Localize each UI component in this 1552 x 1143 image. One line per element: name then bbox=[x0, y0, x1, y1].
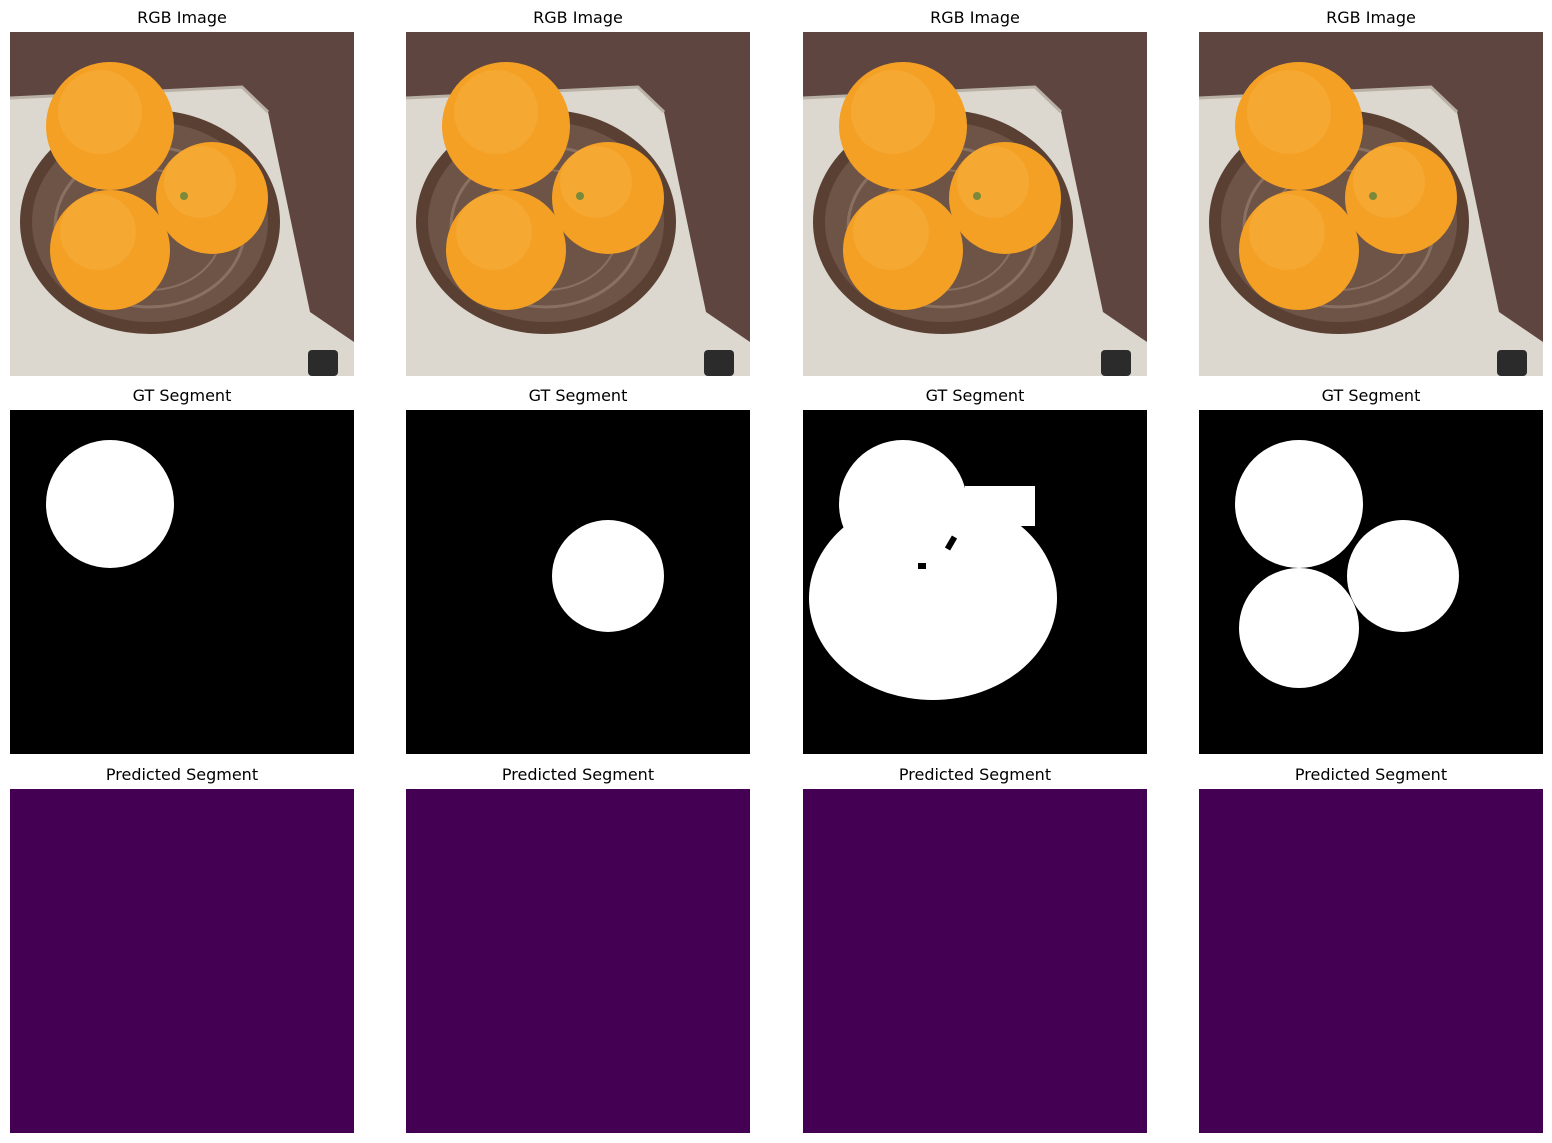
gt-panel-4 bbox=[1199, 410, 1543, 754]
gt-image bbox=[406, 410, 750, 754]
pred-image bbox=[1199, 789, 1543, 1133]
rgb-image bbox=[10, 32, 354, 376]
pred-panel-4 bbox=[1199, 789, 1543, 1133]
rgb-panel-2 bbox=[406, 32, 750, 376]
gt-image bbox=[803, 410, 1147, 754]
gt-panel-3 bbox=[803, 410, 1147, 754]
rgb-image bbox=[1199, 32, 1543, 376]
rgb-panel-title: RGB Image bbox=[930, 8, 1020, 27]
gt-panel-title: GT Segment bbox=[925, 386, 1025, 405]
gt-panel-2 bbox=[406, 410, 750, 754]
rgb-panel-1 bbox=[10, 32, 354, 376]
pred-image bbox=[406, 789, 750, 1133]
pred-panel-title: Predicted Segment bbox=[501, 765, 655, 784]
pred-panel-2 bbox=[406, 789, 750, 1133]
gt-panel-title: GT Segment bbox=[528, 386, 628, 405]
rgb-panel-title: RGB Image bbox=[1326, 8, 1416, 27]
pred-panel-title: Predicted Segment bbox=[1294, 765, 1448, 784]
pred-image bbox=[803, 789, 1147, 1133]
rgb-image bbox=[803, 32, 1147, 376]
rgb-image bbox=[406, 32, 750, 376]
rgb-panel-4 bbox=[1199, 32, 1543, 376]
gt-image bbox=[10, 410, 354, 754]
pred-image bbox=[10, 789, 354, 1133]
gt-panel-1 bbox=[10, 410, 354, 754]
rgb-panel-title: RGB Image bbox=[533, 8, 623, 27]
pred-panel-1 bbox=[10, 789, 354, 1133]
rgb-panel-3 bbox=[803, 32, 1147, 376]
gt-panel-title: GT Segment bbox=[132, 386, 232, 405]
gt-panel-title: GT Segment bbox=[1321, 386, 1421, 405]
pred-panel-3 bbox=[803, 789, 1147, 1133]
rgb-panel-title: RGB Image bbox=[137, 8, 227, 27]
gt-image bbox=[1199, 410, 1543, 754]
pred-panel-title: Predicted Segment bbox=[105, 765, 259, 784]
pred-panel-title: Predicted Segment bbox=[898, 765, 1052, 784]
